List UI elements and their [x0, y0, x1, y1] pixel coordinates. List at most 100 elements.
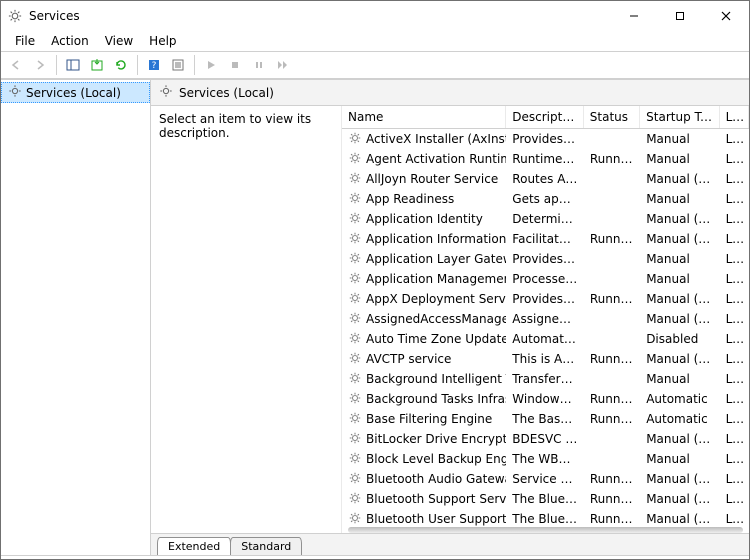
col-startup[interactable]: Startup Type: [640, 106, 719, 128]
service-description: The Base Fil...: [506, 412, 584, 426]
service-row[interactable]: Application Layer Gateway ...Provides su…: [342, 249, 749, 269]
menu-action[interactable]: Action: [43, 33, 97, 49]
properties-icon[interactable]: [167, 54, 189, 76]
service-row[interactable]: AppX Deployment Service (...Provides inf…: [342, 289, 749, 309]
show-hide-tree-icon[interactable]: [62, 54, 84, 76]
service-startup: Manual: [640, 452, 719, 466]
service-row[interactable]: Background Tasks Infrastruc...Windows in…: [342, 389, 749, 409]
service-startup: Manual: [640, 132, 719, 146]
service-startup: Manual (Trig...: [640, 232, 719, 246]
pause-icon[interactable]: [248, 54, 270, 76]
menu-help[interactable]: Help: [141, 33, 184, 49]
refresh-icon[interactable]: [110, 54, 132, 76]
service-row[interactable]: Bluetooth User Support Ser...The Bluetoo…: [342, 509, 749, 527]
service-row[interactable]: Bluetooth Audio Gateway S...Service sup.…: [342, 469, 749, 489]
toolbar-separator: [194, 55, 195, 75]
service-row[interactable]: Bluetooth Support ServiceThe Bluetoo...R…: [342, 489, 749, 509]
service-row[interactable]: ActiveX Installer (AxInstSV)Provides Us.…: [342, 129, 749, 149]
col-name[interactable]: Name: [342, 106, 506, 128]
service-logon: Loca: [720, 432, 749, 446]
service-logon: Loca: [720, 392, 749, 406]
service-row[interactable]: Base Filtering EngineThe Base Fil...Runn…: [342, 409, 749, 429]
service-row[interactable]: Block Level Backup Engine ...The WBENG..…: [342, 449, 749, 469]
services-window: Services File Action View Help ? S: [0, 0, 750, 560]
service-startup: Automatic: [640, 392, 719, 406]
service-name: ActiveX Installer (AxInstSV): [366, 132, 506, 146]
gear-icon: [348, 351, 362, 368]
service-row[interactable]: Auto Time Zone UpdaterAutomatica...Disab…: [342, 329, 749, 349]
gear-icon: [348, 251, 362, 268]
gear-icon: [348, 331, 362, 348]
service-status: Running: [584, 492, 640, 506]
statusbar: [1, 555, 749, 559]
maximize-button[interactable]: [657, 1, 703, 31]
service-logon: Loca: [720, 452, 749, 466]
tree-item-services-local[interactable]: Services (Local): [1, 82, 150, 103]
svg-text:?: ?: [152, 61, 157, 71]
service-startup: Manual: [640, 192, 719, 206]
service-startup: Disabled: [640, 332, 719, 346]
service-status: Running: [584, 472, 640, 486]
tabs: Extended Standard: [151, 533, 749, 555]
service-startup: Automatic: [640, 412, 719, 426]
col-logon[interactable]: Log: [720, 106, 749, 128]
tree-pane: Services (Local): [1, 80, 151, 555]
service-row[interactable]: Background Intelligent Tran...Transfers …: [342, 369, 749, 389]
service-row[interactable]: AVCTP serviceThis is Audi...RunningManua…: [342, 349, 749, 369]
help-icon[interactable]: ?: [143, 54, 165, 76]
service-status: Running: [584, 512, 640, 526]
service-description: Processes in...: [506, 272, 584, 286]
service-logon: Loca: [720, 212, 749, 226]
main-content: Select an item to view its description. …: [151, 106, 749, 533]
service-logon: Loca: [720, 332, 749, 346]
list-pane: Name Description Status Startup Type Log…: [341, 106, 749, 533]
service-name: BitLocker Drive Encryption ...: [366, 432, 506, 446]
service-row[interactable]: Application IdentityDetermines ...Manual…: [342, 209, 749, 229]
forward-icon[interactable]: [29, 54, 51, 76]
gear-icon: [348, 371, 362, 388]
minimize-button[interactable]: [611, 1, 657, 31]
service-startup: Manual: [640, 272, 719, 286]
menu-view[interactable]: View: [97, 33, 141, 49]
service-logon: Loca: [720, 352, 749, 366]
stop-icon[interactable]: [224, 54, 246, 76]
service-startup: Manual (Trig...: [640, 312, 719, 326]
gear-icon: [348, 291, 362, 308]
service-startup: Manual (Trig...: [640, 512, 719, 526]
service-description: Runtime for ...: [506, 152, 584, 166]
close-button[interactable]: [703, 1, 749, 31]
service-name: Agent Activation Runtime_...: [366, 152, 506, 166]
service-description: Determines ...: [506, 212, 584, 226]
service-row[interactable]: AllJoyn Router ServiceRoutes AllJo...Man…: [342, 169, 749, 189]
service-startup: Manual: [640, 372, 719, 386]
service-row[interactable]: Agent Activation Runtime_...Runtime for …: [342, 149, 749, 169]
tab-extended[interactable]: Extended: [157, 537, 231, 555]
gear-icon: [348, 311, 362, 328]
service-row[interactable]: Application InformationFacilitates t...R…: [342, 229, 749, 249]
service-description: Provides inf...: [506, 292, 584, 306]
service-row[interactable]: BitLocker Drive Encryption ...BDESVC hos…: [342, 429, 749, 449]
service-name: AppX Deployment Service (...: [366, 292, 506, 306]
gear-icon: [348, 231, 362, 248]
service-description: Routes AllJo...: [506, 172, 584, 186]
export-list-icon[interactable]: [86, 54, 108, 76]
service-description: Gets apps re...: [506, 192, 584, 206]
play-icon[interactable]: [200, 54, 222, 76]
service-name: Bluetooth Audio Gateway S...: [366, 472, 506, 486]
service-status: Running: [584, 392, 640, 406]
service-name: Background Tasks Infrastruc...: [366, 392, 506, 406]
back-icon[interactable]: [5, 54, 27, 76]
tab-standard[interactable]: Standard: [230, 537, 302, 555]
service-row[interactable]: App ReadinessGets apps re...ManualLoca: [342, 189, 749, 209]
col-description[interactable]: Description: [506, 106, 584, 128]
service-row[interactable]: AssignedAccessManager Se...AssignedAc...…: [342, 309, 749, 329]
tree-item-label: Services (Local): [26, 86, 121, 100]
service-row[interactable]: Application ManagementProcesses in...Man…: [342, 269, 749, 289]
menu-file[interactable]: File: [7, 33, 43, 49]
restart-icon[interactable]: [272, 54, 294, 76]
gear-icon: [348, 211, 362, 228]
service-description: Windows in...: [506, 392, 584, 406]
service-logon: Loca: [720, 172, 749, 186]
col-status[interactable]: Status: [584, 106, 640, 128]
gear-icon: [348, 511, 362, 528]
